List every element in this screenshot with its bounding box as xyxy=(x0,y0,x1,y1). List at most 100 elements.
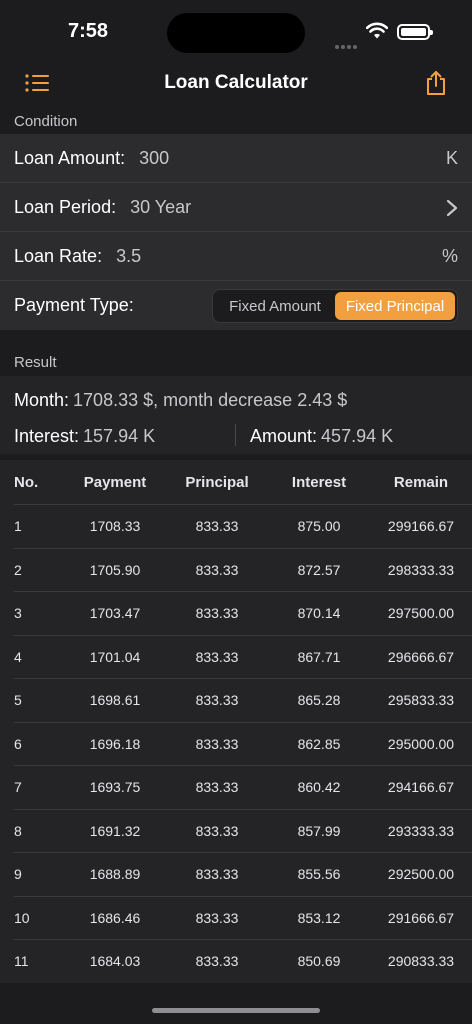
cell-interest: 850.69 xyxy=(297,953,341,970)
cell-interest: 870.14 xyxy=(297,605,341,622)
cell-remain: 294166.67 xyxy=(387,779,455,796)
home-indicator-area xyxy=(0,986,472,1024)
cell-remain: 299166.67 xyxy=(387,518,455,535)
cell-principal: 833.33 xyxy=(195,692,239,709)
cell-remain: 298333.33 xyxy=(387,561,455,578)
cell-no: 8 xyxy=(14,822,22,839)
cell-principal: 833.33 xyxy=(195,561,239,578)
loan-amount-row[interactable]: Loan Amount: 300 K xyxy=(0,134,472,183)
chevron-right-icon xyxy=(446,199,458,217)
header-interest: Interest xyxy=(291,473,347,491)
segment-fixed-principal[interactable]: Fixed Principal xyxy=(335,292,455,320)
payment-type-row: Payment Type: Fixed Amount Fixed Princip… xyxy=(0,281,472,330)
cell-interest: 853.12 xyxy=(297,909,341,926)
cell-no: 4 xyxy=(14,648,22,665)
cellular-signal-icon xyxy=(335,36,359,54)
month-value: 1708.33 $, month decrease 2.43 $ xyxy=(73,390,348,410)
home-indicator[interactable] xyxy=(152,1008,320,1013)
cell-no: 11 xyxy=(14,953,29,970)
dynamic-island xyxy=(167,13,305,53)
table-row: 4 1701.04 833.33 867.71 296666.67 xyxy=(14,634,472,679)
section-header-condition: Condition xyxy=(14,113,78,130)
cell-payment: 1705.90 xyxy=(89,561,141,578)
header-principal: Principal xyxy=(185,473,249,491)
loan-rate-unit: % xyxy=(441,246,458,266)
cell-payment: 1698.61 xyxy=(89,692,141,709)
loan-rate-input[interactable]: 3.5 xyxy=(116,246,141,267)
cell-principal: 833.33 xyxy=(195,822,239,839)
header-no: No. xyxy=(14,473,39,491)
cell-payment: 1701.04 xyxy=(89,648,141,665)
loan-period-label: Loan Period: xyxy=(14,196,117,217)
cell-remain: 295000.00 xyxy=(387,735,455,752)
cell-interest: 860.42 xyxy=(297,779,341,796)
interest-summary: Interest: 157.94 K xyxy=(14,426,155,447)
cell-remain: 295833.33 xyxy=(387,692,455,709)
interest-label: Interest: xyxy=(14,426,80,446)
interest-value: 157.94 K xyxy=(83,426,156,446)
header-payment: Payment xyxy=(83,473,147,491)
cell-principal: 833.33 xyxy=(195,605,239,622)
cell-interest: 855.56 xyxy=(297,866,341,883)
loan-amount-label: Loan Amount: xyxy=(14,147,126,168)
table-row: 7 1693.75 833.33 860.42 294166.67 xyxy=(14,765,472,809)
loan-rate-row[interactable]: Loan Rate: 3.5 % xyxy=(0,232,472,281)
cell-remain: 296666.67 xyxy=(387,648,455,665)
cell-payment: 1684.03 xyxy=(89,953,141,970)
amount-summary: Amount: 457.94 K xyxy=(250,426,393,447)
cell-interest: 857.99 xyxy=(297,822,341,839)
cell-payment: 1691.32 xyxy=(89,822,141,839)
cell-payment: 1708.33 xyxy=(89,518,141,535)
loan-amount-unit: K xyxy=(445,148,458,168)
cell-no: 9 xyxy=(14,866,22,883)
amount-value: 457.94 K xyxy=(321,426,394,446)
cell-payment: 1686.46 xyxy=(89,909,141,926)
cell-remain: 291666.67 xyxy=(387,909,455,926)
cell-remain: 297500.00 xyxy=(387,605,455,622)
condition-form: Loan Amount: 300 K Loan Period: 30 Year … xyxy=(0,134,472,330)
cell-interest: 865.28 xyxy=(297,692,341,709)
payment-type-label: Payment Type: xyxy=(14,295,134,315)
share-icon[interactable] xyxy=(424,70,448,96)
segment-fixed-amount[interactable]: Fixed Amount xyxy=(215,292,335,320)
cell-principal: 833.33 xyxy=(195,866,239,883)
cell-remain: 293333.33 xyxy=(387,822,455,839)
schedule-table[interactable]: No. Payment Principal Interest Remain 11… xyxy=(0,460,472,983)
battery-icon xyxy=(397,24,433,40)
cell-no: 7 xyxy=(14,779,22,796)
table-row: 10 1686.46 833.33 853.12 291666.67 xyxy=(14,895,472,940)
cell-payment: 1693.75 xyxy=(89,779,141,796)
cell-payment: 1703.47 xyxy=(89,605,141,622)
cell-principal: 833.33 xyxy=(195,648,239,665)
payment-type-segmented-control[interactable]: Fixed Amount Fixed Principal xyxy=(212,289,458,323)
table-row: 6 1696.18 833.33 862.85 295000.00 xyxy=(14,721,472,766)
cell-payment: 1688.89 xyxy=(89,866,141,883)
section-header-result: Result xyxy=(14,354,57,371)
table-header: No. Payment Principal Interest Remain xyxy=(0,460,472,504)
loan-amount-input[interactable]: 300 xyxy=(139,148,169,169)
cell-payment: 1696.18 xyxy=(89,735,141,752)
wifi-icon xyxy=(366,22,388,39)
cell-remain: 290833.33 xyxy=(387,953,455,970)
status-time: 7:58 xyxy=(68,20,109,42)
cell-principal: 833.33 xyxy=(195,735,239,752)
header-remain: Remain xyxy=(393,473,449,491)
page-title: Loan Calculator xyxy=(164,72,308,93)
cell-interest: 875.00 xyxy=(297,518,341,535)
loan-period-row[interactable]: Loan Period: 30 Year xyxy=(0,183,472,232)
cell-interest: 872.57 xyxy=(297,561,341,578)
cell-no: 3 xyxy=(14,605,22,622)
amount-label: Amount: xyxy=(250,426,318,446)
cell-no: 5 xyxy=(14,692,22,709)
cell-principal: 833.33 xyxy=(195,779,239,796)
cell-interest: 867.71 xyxy=(297,648,341,665)
cell-no: 1 xyxy=(14,518,22,535)
month-summary: Month: 1708.33 $, month decrease 2.43 $ xyxy=(14,390,347,411)
cell-principal: 833.33 xyxy=(195,953,239,970)
table-row: 3 1703.47 833.33 870.14 297500.00 xyxy=(14,591,472,635)
status-bar: 7:58 xyxy=(0,0,472,60)
table-row: 2 1705.90 833.33 872.57 298333.33 xyxy=(14,547,472,592)
table-row: 8 1691.32 833.33 857.99 293333.33 xyxy=(14,808,472,853)
cell-principal: 833.33 xyxy=(195,909,239,926)
table-body: 1 1708.33 833.33 875.00 299166.67 2 1705.90 833… xyxy=(0,504,472,983)
